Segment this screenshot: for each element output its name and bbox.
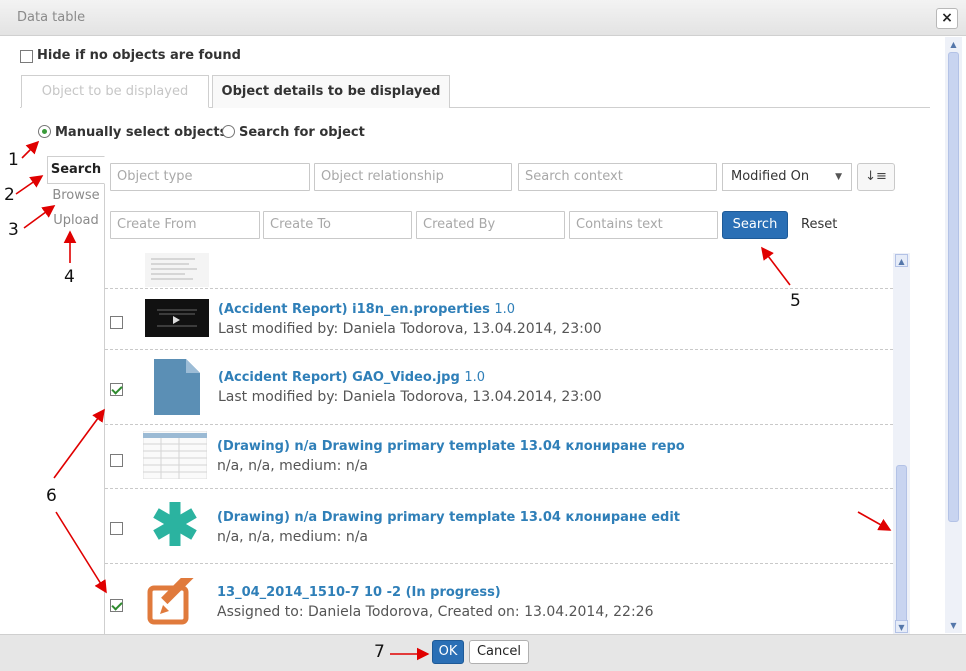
scroll-up-icon[interactable]: ▲ <box>895 254 908 267</box>
tab-object-to-be-displayed[interactable]: Object to be displayed <box>21 75 209 108</box>
radio-search[interactable] <box>222 125 235 138</box>
annotation-5: 5 <box>790 291 801 311</box>
annotation-3: 3 <box>8 220 19 240</box>
cancel-button[interactable]: Cancel <box>469 640 529 664</box>
contains-text-field[interactable]: Contains text <box>569 211 718 239</box>
reset-link[interactable]: Reset <box>801 217 837 232</box>
row-title: (Accident Report) i18n_en.properties <box>218 302 490 317</box>
annotation-7: 7 <box>374 642 385 662</box>
dialog-title: Data table <box>17 10 86 25</box>
annotation-4: 4 <box>64 267 75 287</box>
asterisk-icon <box>153 502 197 546</box>
create-from-field[interactable]: Create From <box>110 211 260 239</box>
annotation-6: 6 <box>46 486 57 506</box>
row-meta: n/a, n/a, medium: n/a <box>217 458 369 474</box>
close-icon[interactable]: × <box>936 8 958 29</box>
row-title-link[interactable]: 13_04_2014_1510-7 10 -2 (In progress) <box>217 585 501 600</box>
results-scrollbar[interactable]: ▲ ▼ <box>893 253 910 634</box>
row-title-link[interactable]: (Drawing) n/a Drawing primary template 1… <box>217 510 680 525</box>
dialog-scrollbar[interactable]: ▲ ▼ <box>945 37 962 633</box>
radio-search-label: Search for object <box>239 125 365 140</box>
sort-select[interactable]: Modified On ▼ <box>722 163 852 191</box>
dialog-titlebar <box>0 0 966 36</box>
table-thumbnail <box>143 431 207 479</box>
row-title-link[interactable]: (Accident Report) i18n_en.properties 1.0 <box>218 302 515 317</box>
created-by-field[interactable]: Created By <box>416 211 565 239</box>
annotation-1: 1 <box>8 150 19 170</box>
row-title-link[interactable]: (Accident Report) GAO_Video.jpg 1.0 <box>218 370 485 385</box>
scroll-down-icon[interactable]: ▼ <box>895 620 908 633</box>
results-scrollbar-thumb[interactable] <box>896 465 907 625</box>
hide-if-none-label: Hide if no objects are found <box>37 48 241 63</box>
row-version: 1.0 <box>464 370 485 385</box>
arrow-2 <box>15 175 44 195</box>
row-meta: Last modified by: Daniela Todorova, 13.0… <box>218 389 602 405</box>
tab-object-details[interactable]: Object details to be displayed <box>212 75 450 108</box>
object-type-field[interactable]: Object type <box>110 163 310 191</box>
row-checkbox[interactable] <box>110 599 123 612</box>
scroll-down-icon[interactable]: ▼ <box>948 620 959 631</box>
list-item[interactable]: (Accident Report) GAO_Video.jpg 1.0 Last… <box>105 350 893 425</box>
list-item[interactable]: (Accident Report) i18n_en.properties 1.0… <box>105 289 893 350</box>
row-meta: n/a, n/a, medium: n/a <box>217 529 369 545</box>
ok-button[interactable]: OK <box>432 640 464 664</box>
arrow-6a <box>53 408 105 479</box>
dialog-scrollbar-thumb[interactable] <box>948 52 959 522</box>
radio-manual[interactable] <box>38 125 51 138</box>
vtab-upload[interactable]: Upload <box>50 213 102 228</box>
hide-if-none-checkbox[interactable] <box>20 50 33 63</box>
search-context-field[interactable]: Search context <box>518 163 717 191</box>
vtab-browse[interactable]: Browse <box>50 188 102 203</box>
row-checkbox[interactable] <box>110 454 123 467</box>
row-meta: Last modified by: Daniela Todorova, 13.0… <box>218 321 602 337</box>
list-item[interactable]: 13_04_2014_1510-7 10 -2 (In progress) As… <box>105 564 893 634</box>
search-button[interactable]: Search <box>722 211 788 239</box>
radio-manual-label: Manually select objects <box>55 125 228 140</box>
row-meta: Assigned to: Daniela Todorova, Created o… <box>217 604 654 620</box>
row-version: 1.0 <box>494 302 516 317</box>
document-icon <box>154 359 200 415</box>
object-relationship-field[interactable]: Object relationship <box>314 163 512 191</box>
row-checkbox[interactable] <box>110 383 123 396</box>
list-item <box>105 253 893 289</box>
sort-select-value: Modified On <box>731 169 810 184</box>
row-checkbox[interactable] <box>110 522 123 535</box>
create-to-field[interactable]: Create To <box>263 211 412 239</box>
video-thumbnail <box>145 299 209 337</box>
list-item[interactable]: (Drawing) n/a Drawing primary template 1… <box>105 425 893 489</box>
sort-direction-icon[interactable]: ↓≡ <box>857 163 895 191</box>
row-title: (Accident Report) GAO_Video.jpg <box>218 370 460 385</box>
scroll-up-icon[interactable]: ▲ <box>948 39 959 50</box>
arrow-1 <box>21 140 40 159</box>
list-item[interactable]: (Drawing) n/a Drawing primary template 1… <box>105 489 893 564</box>
vtab-search[interactable]: Search <box>47 156 105 184</box>
annotation-2: 2 <box>4 185 15 205</box>
edit-icon <box>147 578 196 625</box>
arrow-6b <box>55 511 107 594</box>
chevron-down-icon: ▼ <box>835 172 842 182</box>
row-title-link[interactable]: (Drawing) n/a Drawing primary template 1… <box>217 439 685 454</box>
text-thumbnail <box>145 253 209 287</box>
row-checkbox[interactable] <box>110 316 123 329</box>
